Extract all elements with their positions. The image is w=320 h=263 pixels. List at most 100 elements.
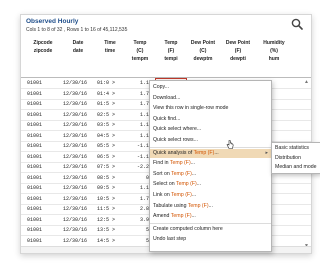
table-cell[interactable]: 0 (125, 174, 149, 182)
table-cell[interactable]: 12/30/16 (63, 132, 93, 140)
table-cell[interactable]: 01001 (27, 226, 59, 234)
column-header[interactable]: Zipcode zipcode (27, 39, 59, 55)
submenu-item[interactable]: Median and mode (275, 163, 317, 172)
search-icon[interactable] (291, 18, 303, 30)
table-cell[interactable]: 10:5 > (97, 195, 123, 203)
context-menu-item[interactable]: Undo last step (150, 235, 271, 244)
table-cell[interactable]: 1.7 (125, 100, 149, 108)
context-menu-item[interactable]: Tabulate using Temp (F)... (150, 202, 271, 211)
table-cell[interactable]: 01001 (27, 153, 59, 161)
table-cell[interactable]: 12/30/16 (63, 111, 93, 119)
table-cell[interactable]: 01001 (27, 216, 59, 224)
context-menu-item[interactable]: Link on Temp (F)... (150, 191, 271, 200)
table-cell[interactable]: 12/30/16 (63, 100, 93, 108)
table-cell[interactable]: 03:5 > (97, 121, 123, 129)
submenu-item[interactable]: Basic statistics (275, 144, 309, 153)
menu-item-label: Find in (153, 160, 170, 167)
table-cell[interactable]: 12/30/16 (63, 174, 93, 182)
table-cell[interactable]: 01001 (27, 184, 59, 192)
context-menu-item[interactable]: Amend Temp (F)... (150, 212, 271, 221)
column-header[interactable]: Time time (97, 39, 123, 55)
column-header[interactable]: Dew Point (F) dewpti (221, 39, 255, 63)
context-menu-item[interactable]: Find in Temp (F)... (150, 159, 271, 168)
table-cell[interactable]: 1.1 (125, 184, 149, 192)
menu-item-column-name: Temp (F) (171, 170, 192, 177)
table-cell[interactable]: 12/30/16 (63, 90, 93, 98)
context-menu-item[interactable]: Create computed column here (150, 225, 271, 234)
context-menu-item[interactable]: Select on Temp (F)... (150, 180, 271, 189)
table-cell[interactable]: 3.9 (125, 216, 149, 224)
column-header[interactable]: Temp (F) tempi (157, 39, 185, 63)
table-cell[interactable]: 12/30/16 (63, 184, 93, 192)
table-cell[interactable]: 12/30/16 (63, 226, 93, 234)
table-cell[interactable]: 5 (125, 226, 149, 234)
menu-item-column-name: Temp (F) (171, 192, 192, 198)
table-cell[interactable]: 1.7 (125, 90, 149, 98)
table-cell[interactable]: 01001 (27, 174, 59, 182)
table-cell[interactable]: 12/30/16 (63, 142, 93, 150)
table-cell[interactable]: 12/30/16 (63, 163, 93, 171)
menu-item-label: Create computed column here (153, 225, 223, 232)
table-cell[interactable]: 01001 (27, 111, 59, 119)
table-cell[interactable]: 13:5 > (97, 226, 123, 234)
table-cell[interactable]: 01:0 > (97, 79, 123, 87)
table-cell[interactable]: 01001 (27, 121, 59, 129)
table-cell[interactable]: 01001 (27, 237, 59, 245)
table-cell[interactable]: 12/30/16 (63, 237, 93, 245)
table-cell[interactable]: 14:5 > (97, 237, 123, 245)
table-cell[interactable]: -1.1 (125, 153, 149, 161)
table-cell[interactable]: -1.1 (125, 142, 149, 150)
context-menu-item[interactable]: View this row in single-row mode (150, 104, 271, 113)
table-cell[interactable]: 1.1 (125, 79, 149, 87)
table-cell[interactable]: 2.8 (125, 205, 149, 213)
table-cell[interactable]: 04:5 > (97, 132, 123, 140)
column-header[interactable]: Temp (C) tempm (125, 39, 155, 63)
context-menu-item[interactable]: Quick select where... (150, 125, 271, 134)
column-header-name: Dew Point (225, 40, 251, 46)
table-cell[interactable]: 1.1 (125, 132, 149, 140)
context-menu-item[interactable]: Sort on Temp (F)... (150, 170, 271, 179)
table-cell[interactable]: 1.1 (125, 121, 149, 129)
table-cell[interactable]: 12:5 > (97, 216, 123, 224)
table-cell[interactable]: 12/30/16 (63, 79, 93, 87)
table-cell[interactable]: 12/30/16 (63, 121, 93, 129)
table-cell[interactable]: 06:5 > (97, 153, 123, 161)
table-cell[interactable]: 12/30/16 (63, 205, 93, 213)
table-cell[interactable]: 09:5 > (97, 184, 123, 192)
table-cell[interactable]: 02:5 > (97, 111, 123, 119)
table-cell[interactable]: -2.2 (125, 163, 149, 171)
column-header-sub2: tempi (164, 56, 178, 62)
table-cell[interactable]: 12/30/16 (63, 153, 93, 161)
column-header[interactable]: Dew Point (C) dewptm (187, 39, 219, 63)
column-header[interactable]: Date date (63, 39, 93, 55)
table-cell[interactable]: 01001 (27, 142, 59, 150)
menu-item-label: Undo last step (153, 236, 187, 243)
table-cell[interactable]: 07:5 > (97, 163, 123, 171)
table-cell[interactable]: 08:5 > (97, 174, 123, 182)
table-cell[interactable]: 01001 (27, 90, 59, 98)
table-cell[interactable]: 1.7 (125, 195, 149, 203)
table-cell[interactable]: 01001 (27, 205, 59, 213)
table-cell[interactable]: 01:5 > (97, 100, 123, 108)
context-menu-item[interactable]: Quick analysis of Temp (F)... ▸ (150, 148, 271, 158)
submenu-item[interactable]: Distribution (275, 154, 301, 163)
scroll-up-icon[interactable]: ▲ (304, 79, 309, 85)
context-menu-item[interactable]: Quick select rows... (150, 136, 271, 145)
table-cell[interactable]: 01001 (27, 100, 59, 108)
table-cell[interactable]: 01001 (27, 79, 59, 87)
table-cell[interactable]: 12/30/16 (63, 216, 93, 224)
table-cell[interactable]: 05:5 > (97, 142, 123, 150)
hand-cursor-icon (226, 140, 234, 149)
table-cell[interactable]: 01:4 > (97, 90, 123, 98)
context-menu-item[interactable]: Copy... (150, 83, 271, 92)
table-cell[interactable]: 11:5 > (97, 205, 123, 213)
table-cell[interactable]: 5 (125, 237, 149, 245)
table-cell[interactable]: 12/30/16 (63, 195, 93, 203)
column-header[interactable]: Humidity (%) hum (257, 39, 291, 63)
table-cell[interactable]: 01001 (27, 195, 59, 203)
context-menu-item[interactable]: Download... (150, 94, 271, 103)
table-cell[interactable]: 01001 (27, 132, 59, 140)
table-cell[interactable]: 1.1 (125, 111, 149, 119)
context-menu-item[interactable]: Quick find... (150, 115, 271, 124)
table-cell[interactable]: 01001 (27, 163, 59, 171)
